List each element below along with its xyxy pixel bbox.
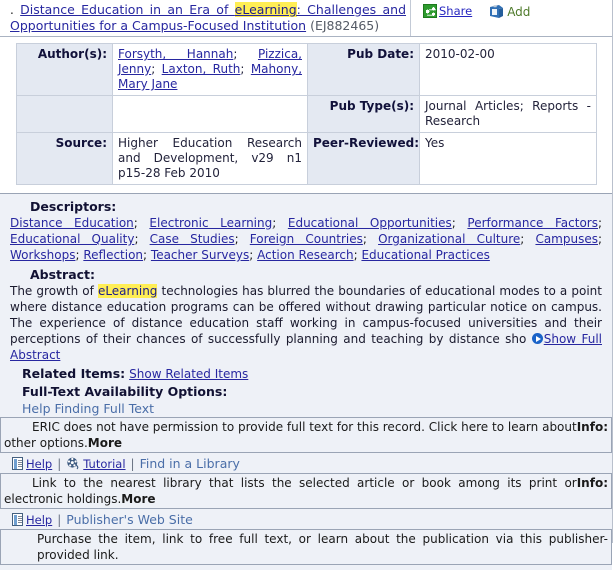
descriptor-link[interactable]: Organizational Culture bbox=[378, 232, 520, 246]
pub-type-label: Pub Type(s): bbox=[307, 95, 420, 133]
abstract-label: Abstract: bbox=[30, 267, 96, 282]
film-reel-icon bbox=[66, 457, 80, 470]
author-link[interactable]: Laxton, Ruth bbox=[162, 62, 241, 76]
metadata-table: Author(s): Forsyth, Hannah; Pizzica, Jen… bbox=[16, 43, 597, 185]
record-body: Descriptors: Distance Education; Electro… bbox=[0, 194, 612, 570]
record-title-cell: . Distance Education in an Era of eLearn… bbox=[0, 0, 411, 36]
peer-reviewed-value: Yes bbox=[419, 132, 597, 185]
related-items: Related Items: Show Related Items bbox=[0, 365, 612, 383]
table-row: Source: Higher Education Research and De… bbox=[16, 132, 597, 185]
abstract-section: Abstract: The growth of eLearning techno… bbox=[0, 265, 612, 365]
help-link-2[interactable]: Help bbox=[26, 513, 52, 527]
fulltext-option-description-2: Purchase the item, link to free full tex… bbox=[0, 529, 612, 565]
option-info-label-1: Info: bbox=[576, 420, 608, 434]
fulltext-heading: Full-Text Availability Options: bbox=[22, 384, 228, 399]
descriptor-link[interactable]: Educational Quality bbox=[10, 232, 134, 246]
fulltext-option-description-1b: Link to the nearest library that lists t… bbox=[0, 473, 612, 509]
related-items-row: Related Items: Show Related Items Full-T… bbox=[0, 365, 612, 417]
descriptor-link[interactable]: Action Research bbox=[257, 248, 353, 262]
fulltext-option-actions-2: Help | Publisher's Web Site bbox=[0, 509, 612, 529]
descriptor-link[interactable]: Educational Opportunities bbox=[288, 216, 452, 230]
authors-label: Author(s): bbox=[16, 43, 113, 96]
descriptors-list: Distance Education; Electronic Learning;… bbox=[10, 216, 603, 262]
descriptor-link[interactable]: Case Studies bbox=[150, 232, 235, 246]
descriptor-link[interactable]: Teacher Surveys bbox=[151, 248, 249, 262]
option-action-description-text-1: Link to the nearest library that lists t… bbox=[4, 476, 577, 506]
pub-date-value: 2010-02-00 bbox=[419, 43, 597, 96]
find-in-library-link[interactable]: Find in a Library bbox=[140, 456, 240, 471]
title-highlight: eLearning bbox=[234, 2, 297, 17]
option-action-more-label-1: More bbox=[121, 492, 156, 506]
option-description-text-1: ERIC does not have permission to provide… bbox=[4, 419, 577, 451]
clipboard-add-icon bbox=[488, 4, 505, 19]
add-label: Add bbox=[507, 4, 531, 19]
descriptor-link[interactable]: Campuses bbox=[535, 232, 598, 246]
option-action-description-2: Purchase the item, link to free full tex… bbox=[37, 532, 608, 562]
authors-value: Forsyth, Hannah; Pizzica, Jenny; Laxton,… bbox=[112, 43, 308, 96]
descriptors-label: Descriptors: bbox=[30, 199, 117, 214]
separator: | bbox=[57, 456, 62, 471]
share-icon bbox=[423, 4, 437, 18]
descriptor-link[interactable]: Electronic Learning bbox=[149, 216, 272, 230]
title-bullet: . bbox=[10, 3, 14, 17]
descriptor-link[interactable]: Reflection bbox=[83, 248, 143, 262]
record-toolbar: Share Add bbox=[411, 0, 612, 36]
table-row: Pub Type(s): Journal Articles; Reports -… bbox=[16, 95, 597, 133]
descriptor-link[interactable]: Educational Practices bbox=[361, 248, 489, 262]
author-link[interactable]: Forsyth, Hannah bbox=[118, 47, 233, 61]
descriptor-link[interactable]: Workshops bbox=[10, 248, 75, 262]
share-label: Share bbox=[439, 4, 473, 18]
descriptor-link[interactable]: Foreign Countries bbox=[250, 232, 363, 246]
authors-label-spacer bbox=[16, 95, 113, 133]
bottom-spacer bbox=[0, 565, 612, 570]
document-icon bbox=[12, 513, 23, 526]
fulltext-option-description-1: ERIC does not have permission to provide… bbox=[0, 417, 612, 453]
separator: | bbox=[130, 456, 135, 471]
title-text-part1: Distance Education in an Era of bbox=[20, 2, 235, 17]
option-description-inner-1: ERIC does not have permission to provide… bbox=[1, 418, 611, 452]
play-circle-icon bbox=[531, 333, 543, 344]
document-icon bbox=[12, 457, 23, 470]
related-items-label: Related Items: bbox=[22, 366, 126, 381]
show-related-items-link[interactable]: Show Related Items bbox=[129, 367, 248, 381]
help-link-1[interactable]: Help bbox=[26, 457, 52, 471]
authors-value-spacer bbox=[112, 95, 308, 133]
descriptor-link[interactable]: Performance Factors bbox=[467, 216, 598, 230]
eric-accession-number: (EJ882465) bbox=[310, 18, 380, 33]
abstract-highlight: eLearning bbox=[97, 284, 158, 298]
eric-record-page: . Distance Education in an Era of eLearn… bbox=[0, 0, 613, 570]
add-button[interactable]: Add bbox=[488, 4, 530, 19]
option-description-inner-1b: Link to the nearest library that lists t… bbox=[1, 474, 611, 508]
option-action-description-1: Link to the nearest library that lists t… bbox=[4, 475, 577, 507]
descriptors-section: Descriptors: Distance Education; Electro… bbox=[0, 194, 612, 265]
record-metadata: Author(s): Forsyth, Hannah; Pizzica, Jen… bbox=[0, 37, 612, 193]
abstract-part1: The growth of bbox=[10, 284, 98, 298]
pub-type-value: Journal Articles; Reports - Research bbox=[419, 95, 597, 133]
record-header: . Distance Education in an Era of eLearn… bbox=[0, 0, 612, 37]
share-button[interactable]: Share bbox=[423, 4, 472, 18]
source-label: Source: bbox=[16, 132, 113, 185]
option-action-info-label-1: Info: bbox=[576, 476, 608, 490]
tutorial-link-1[interactable]: Tutorial bbox=[83, 457, 125, 471]
option-more-label-1: More bbox=[87, 436, 123, 450]
fulltext-option-actions-1: Help | Tutorial | Find in a Library bbox=[0, 453, 612, 473]
pub-date-label: Pub Date: bbox=[307, 43, 420, 96]
peer-reviewed-label: Peer-Reviewed: bbox=[307, 132, 420, 185]
source-value: Higher Education Research and Developmen… bbox=[112, 132, 308, 185]
separator: | bbox=[57, 512, 62, 527]
table-row: Author(s): Forsyth, Hannah; Pizzica, Jen… bbox=[16, 43, 597, 96]
page-title: . Distance Education in an Era of eLearn… bbox=[10, 2, 406, 34]
help-finding-fulltext-link[interactable]: Help Finding Full Text bbox=[0, 400, 612, 417]
abstract-text: The growth of eLearning technologies has… bbox=[8, 283, 604, 363]
publishers-web-site-link[interactable]: Publisher's Web Site bbox=[66, 512, 193, 527]
descriptor-link[interactable]: Distance Education bbox=[10, 216, 134, 230]
